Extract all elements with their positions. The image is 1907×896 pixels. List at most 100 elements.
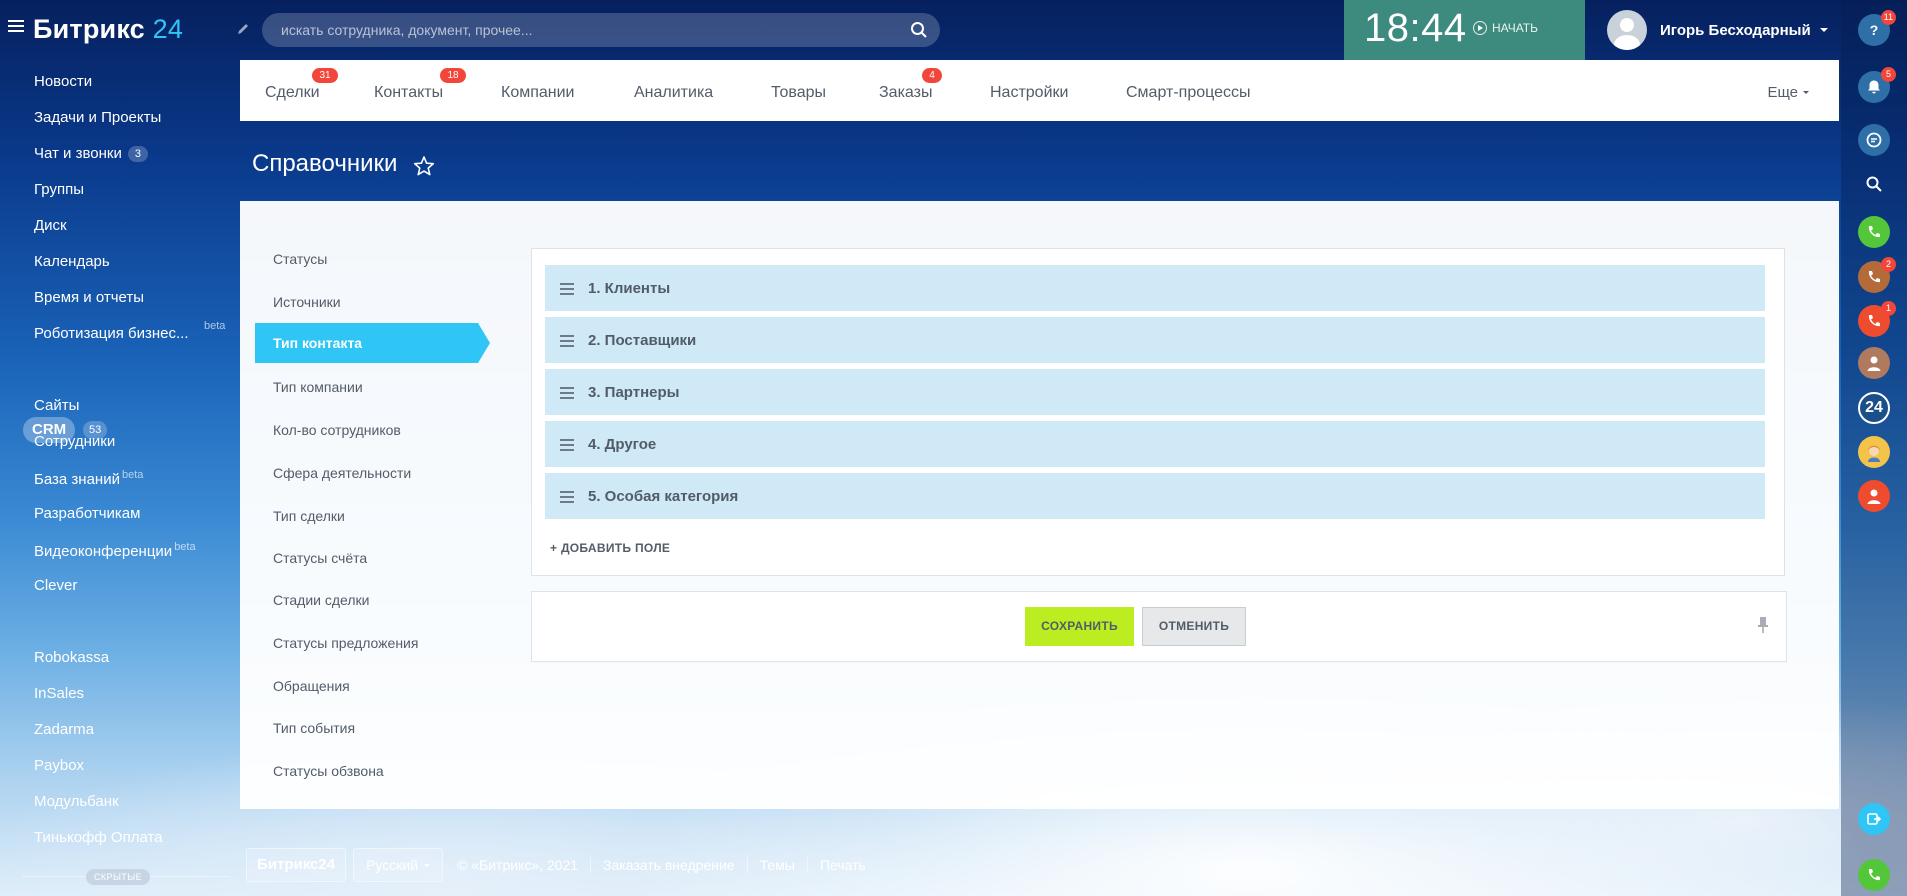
crm-top-nav: Сделки 31 Контакты 18 Компании Аналитика Т…	[240, 60, 1839, 121]
submenu-item-requests[interactable]: Обращения	[273, 678, 350, 694]
sidebar-item-tasks[interactable]: Задачи и Проекты	[34, 109, 161, 126]
tab-settings[interactable]: Настройки	[990, 84, 1068, 102]
sidebar-item-groups[interactable]: Группы	[34, 181, 84, 198]
call-button[interactable]	[1858, 859, 1890, 891]
start-workday-button[interactable]: НАЧАТЬ	[1473, 21, 1538, 35]
worktime-widget[interactable]: 18:44 НАЧАТЬ	[1344, 0, 1585, 60]
sidebar-item-calendar[interactable]: Календарь	[34, 253, 110, 270]
language-select[interactable]: Русский	[353, 848, 444, 882]
sidebar-item-label: Диск	[34, 217, 67, 234]
sidebar-item-modulbank[interactable]: Модульбанк	[34, 793, 119, 810]
sidebar-item-clever[interactable]: Clever	[34, 577, 77, 594]
drag-handle-icon[interactable]	[560, 439, 574, 454]
list-item[interactable]: 3. Партнеры	[545, 369, 1765, 415]
drag-handle-icon[interactable]	[560, 387, 574, 402]
beta-tag: beta	[174, 541, 196, 553]
sidebar-item-chat[interactable]: Чат и звонки 3	[34, 145, 148, 162]
drag-handle-icon[interactable]	[560, 283, 574, 298]
sidebar-item-sites[interactable]: Сайты	[34, 397, 79, 414]
help-button[interactable]: ? 11	[1858, 10, 1896, 46]
sidebar-item-insales[interactable]: InSales	[34, 685, 84, 702]
print-link[interactable]: Печать	[820, 857, 866, 873]
save-button[interactable]: СОХРАНИТЬ	[1025, 607, 1134, 646]
submenu-item-industry[interactable]: Сфера деятельности	[273, 465, 411, 481]
list-item-label[interactable]: 5. Особая категория	[588, 488, 738, 505]
contact-avatar[interactable]	[1858, 436, 1890, 468]
list-item-label[interactable]: 4. Другое	[588, 436, 656, 453]
contact-avatar[interactable]	[1858, 480, 1890, 512]
sidebar-item-employees[interactable]: Сотрудники	[34, 433, 115, 450]
star-icon[interactable]	[413, 155, 435, 177]
list-item[interactable]: 4. Другое	[545, 421, 1765, 467]
list-item-label[interactable]: 3. Партнеры	[588, 384, 680, 401]
submenu-item-company-type[interactable]: Тип компании	[273, 379, 363, 395]
sidebar-item-robotization[interactable]: Роботизация бизнес... beta	[34, 320, 225, 342]
submenu-item-invoice-statuses[interactable]: Статусы счёта	[273, 550, 367, 566]
list-item-label[interactable]: 1. Клиенты	[588, 280, 670, 297]
tab-label: Сделки	[265, 84, 320, 101]
drag-handle-icon[interactable]	[560, 335, 574, 350]
add-field-button[interactable]: + ДОБАВИТЬ ПОЛЕ	[550, 541, 670, 555]
sidebar-item-news[interactable]: Новости	[34, 73, 92, 90]
tab-orders[interactable]: Заказы 4	[879, 68, 942, 102]
call-badge: 2	[1881, 257, 1896, 272]
app-logo[interactable]: Битрикс 24	[33, 14, 183, 45]
cancel-button[interactable]: ОТМЕНИТЬ	[1142, 607, 1246, 646]
hidden-items-toggle[interactable]: СКРЫТЫЕ	[86, 869, 150, 885]
open-lines-button[interactable]	[1858, 803, 1890, 835]
search-icon[interactable]	[910, 21, 928, 39]
submenu-item-call-statuses[interactable]: Статусы обзвона	[273, 763, 384, 779]
submenu-item-event-type[interactable]: Тип события	[273, 720, 355, 736]
sidebar-item-knowledge-base[interactable]: База знаний beta	[34, 469, 143, 488]
edit-pencil-icon[interactable]	[236, 22, 250, 36]
tab-more[interactable]: Еще	[1767, 84, 1809, 101]
messenger-button[interactable]	[1858, 124, 1890, 156]
help-icon: ?	[1869, 22, 1879, 38]
submenu-item-deal-type[interactable]: Тип сделки	[273, 508, 345, 524]
sidebar-item-tinkoff[interactable]: Тинькофф Оплата	[34, 829, 163, 846]
tab-smart-processes[interactable]: Смарт-процессы	[1126, 84, 1251, 102]
list-item[interactable]: 2. Поставщики	[545, 317, 1765, 363]
tab-analytics[interactable]: Аналитика	[634, 84, 713, 102]
user-icon	[1867, 356, 1881, 371]
search-input[interactable]: искать сотрудника, документ, прочее...	[262, 13, 940, 47]
call-button[interactable]: 2	[1858, 257, 1896, 293]
tab-deals[interactable]: Сделки 31	[265, 68, 338, 102]
pin-icon[interactable]	[1758, 616, 1768, 634]
sidebar-item-disk[interactable]: Диск	[34, 217, 67, 234]
rail-search-button[interactable]	[1858, 168, 1890, 200]
menu-burger-icon[interactable]	[8, 20, 24, 32]
list-item[interactable]: 1. Клиенты	[545, 265, 1765, 311]
themes-link[interactable]: Темы	[760, 857, 795, 873]
list-item[interactable]: 5. Особая категория	[545, 473, 1765, 519]
user-menu[interactable]: Игорь Бесходарный	[1607, 8, 1828, 52]
submenu-item-employee-count[interactable]: Кол-во сотрудников	[273, 422, 401, 438]
tab-contacts[interactable]: Контакты 18	[374, 68, 466, 102]
submenu-item-quote-statuses[interactable]: Статусы предложения	[273, 635, 418, 651]
footer-logo[interactable]: Битрикс24	[246, 848, 347, 882]
sidebar-item-developers[interactable]: Разработчикам	[34, 505, 140, 522]
call-button[interactable]: 1	[1858, 301, 1896, 337]
contact-avatar[interactable]	[1858, 347, 1890, 379]
sidebar-item-videoconf[interactable]: Видеоконференции beta	[34, 541, 196, 560]
list-item-label[interactable]: 2. Поставщики	[588, 332, 696, 349]
sidebar-item-paybox[interactable]: Paybox	[34, 757, 84, 774]
notifications-button[interactable]: 5	[1858, 67, 1896, 103]
open-lines-icon	[1867, 813, 1882, 825]
sidebar-item-zadarma[interactable]: Zadarma	[34, 721, 94, 738]
order-implementation-link[interactable]: Заказать внедрение	[603, 857, 735, 873]
call-button[interactable]	[1858, 216, 1890, 248]
tab-companies[interactable]: Компании	[501, 84, 575, 102]
submenu-item-contact-type[interactable]: Тип контакта	[255, 323, 490, 363]
tab-products[interactable]: Товары	[771, 84, 826, 102]
logo-text: Битрикс	[33, 14, 145, 44]
submenu-item-deal-stages[interactable]: Стадии сделки	[273, 592, 369, 608]
drag-handle-icon[interactable]	[560, 491, 574, 506]
sidebar-item-robokassa[interactable]: Robokassa	[34, 649, 109, 666]
chevron-down-icon	[424, 863, 431, 867]
submenu-item-sources[interactable]: Источники	[273, 294, 341, 310]
tab-label: Настройки	[990, 84, 1069, 101]
sidebar-item-time-reports[interactable]: Время и отчеты	[34, 289, 144, 306]
submenu-item-statuses[interactable]: Статусы	[273, 251, 327, 267]
bitrix24-button[interactable]: 24	[1858, 392, 1890, 424]
